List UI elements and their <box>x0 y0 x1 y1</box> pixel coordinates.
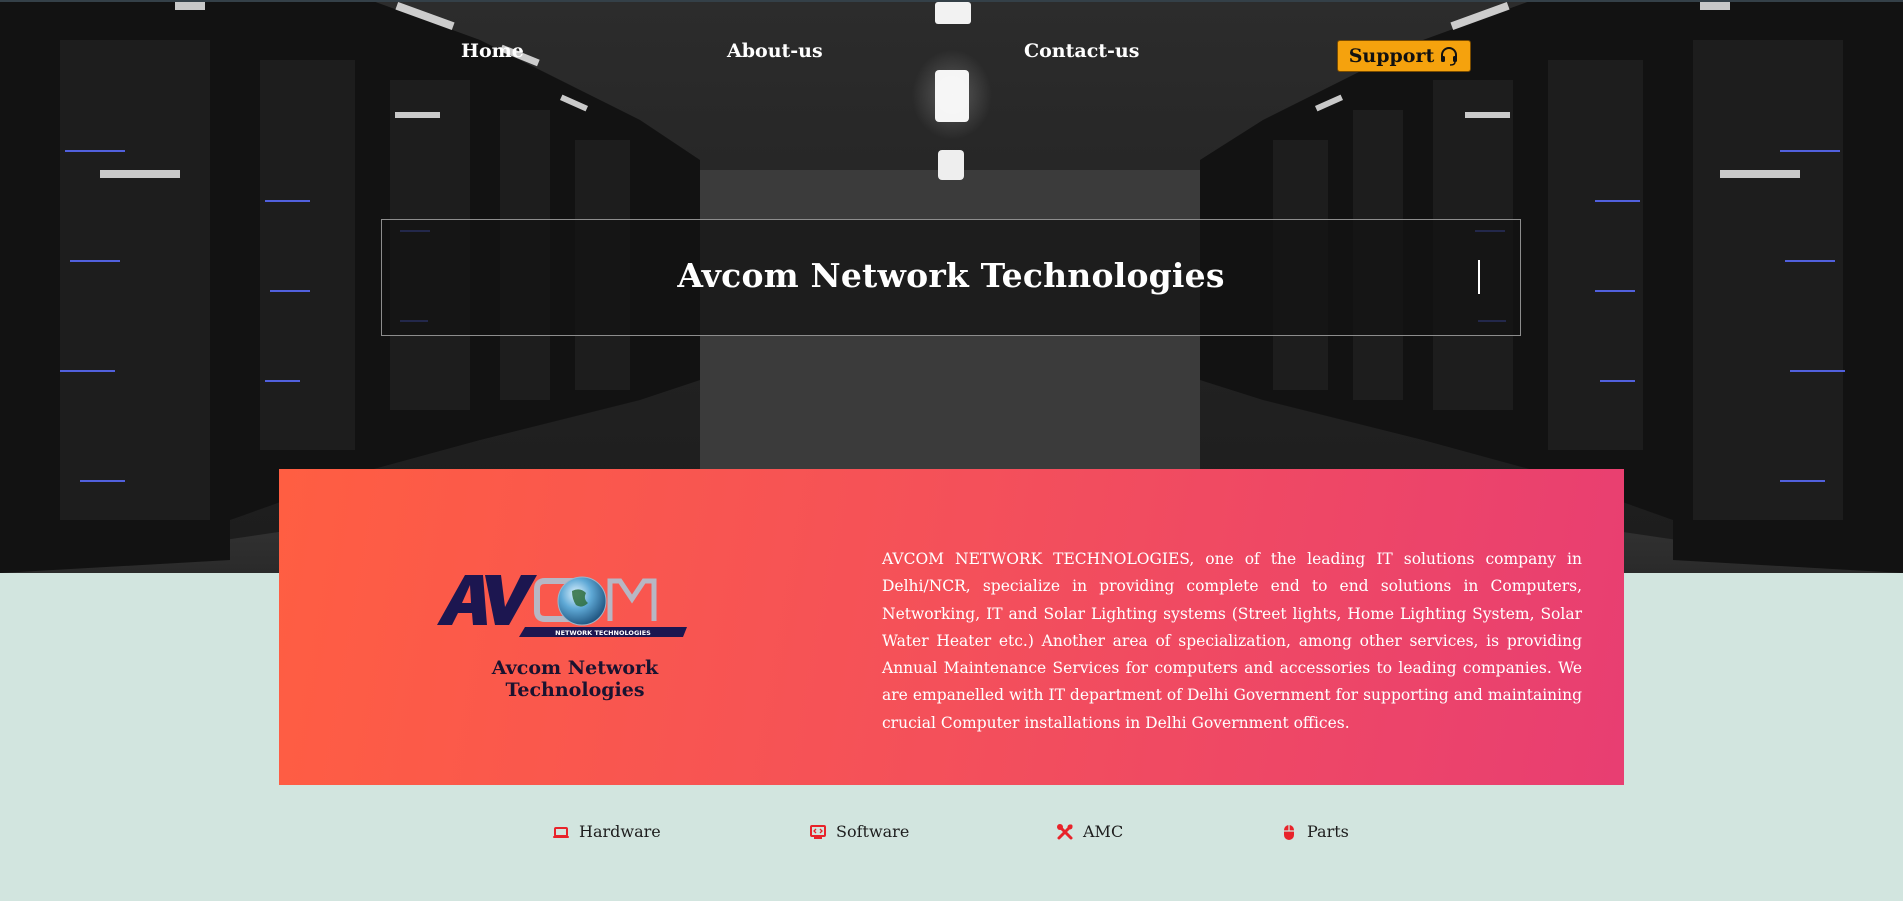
mouse-icon <box>1284 824 1294 840</box>
about-description: AVCOM NETWORK TECHNOLOGIES, one of the l… <box>882 550 1582 732</box>
service-label: Hardware <box>579 822 661 841</box>
hero-title: Avcom Network Technologies <box>677 256 1225 295</box>
support-label: Support <box>1348 45 1435 67</box>
laptop-icon <box>553 826 569 838</box>
top-border <box>0 0 1903 2</box>
tools-icon <box>1057 823 1073 839</box>
hero-title-box: Avcom Network Technologies <box>381 219 1521 336</box>
nav-about-link[interactable]: About-us <box>727 40 823 62</box>
service-label: Software <box>836 822 910 841</box>
avcom-logo-graphic: NETWORK TECHNOLOGIES <box>437 575 687 637</box>
service-software[interactable]: Software <box>809 822 909 841</box>
service-amc[interactable]: AMC <box>1056 822 1123 841</box>
headset-icon <box>1441 47 1458 66</box>
logo-caption: Avcom Network Technologies <box>491 657 659 701</box>
logo-subtext: NETWORK TECHNOLOGIES <box>555 629 651 637</box>
service-label: AMC <box>1083 822 1124 841</box>
nav-contact-link[interactable]: Contact-us <box>1024 40 1139 62</box>
monitor-code-icon <box>810 824 826 839</box>
typing-caret <box>1478 260 1480 294</box>
nav-home-link[interactable]: Home <box>461 40 524 62</box>
about-card: NETWORK TECHNOLOGIES Avcom Network Techn… <box>279 469 1624 785</box>
service-label: Parts <box>1307 822 1349 841</box>
support-button[interactable]: Support <box>1337 40 1471 72</box>
service-parts[interactable]: Parts <box>1280 822 1349 841</box>
service-hardware[interactable]: Hardware <box>552 822 661 841</box>
